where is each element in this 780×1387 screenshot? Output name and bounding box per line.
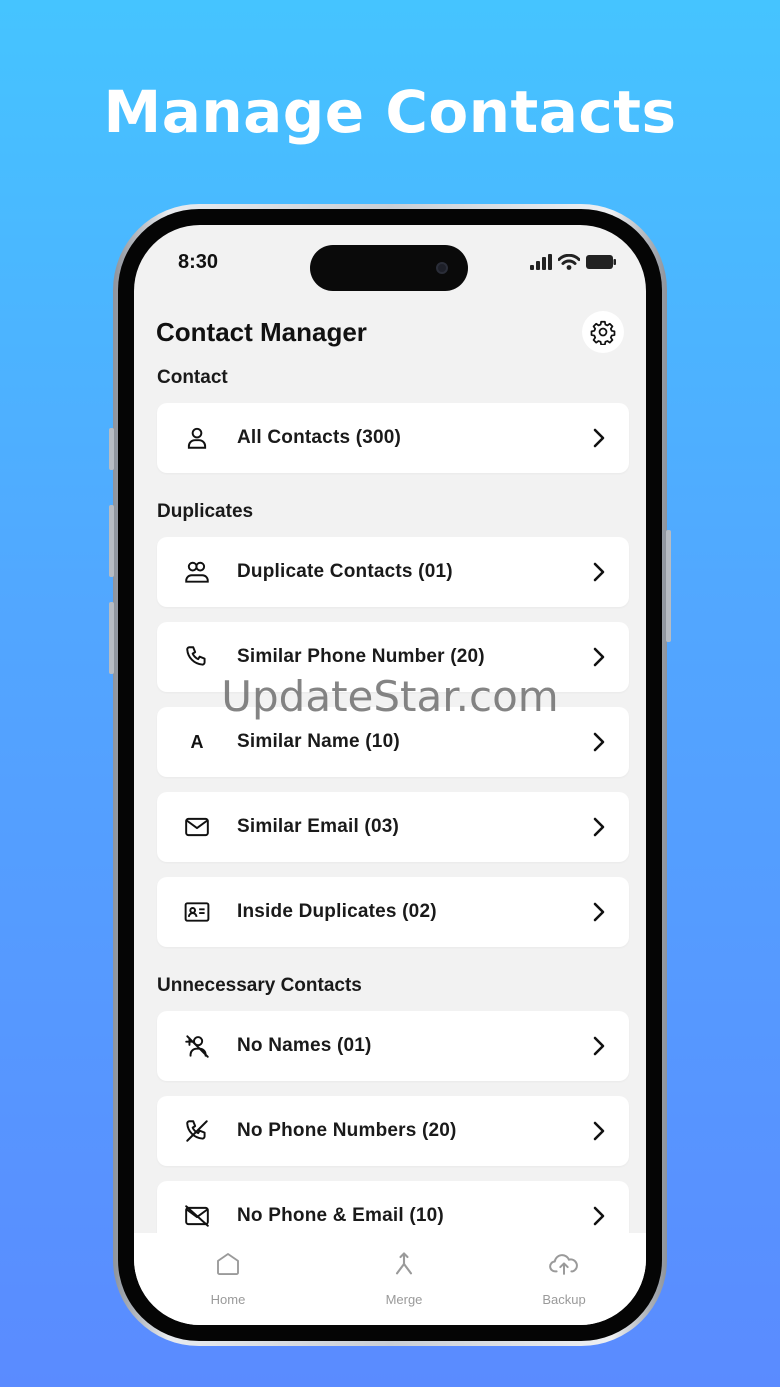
row-label: Inside Duplicates (02) <box>237 901 437 922</box>
person-slash-icon <box>185 1035 209 1058</box>
phone-slash-icon <box>186 1120 208 1142</box>
phone-volume-up <box>109 505 114 577</box>
row-similar-email[interactable]: Similar Email (03) <box>157 792 629 862</box>
row-label: No Phone Numbers (20) <box>237 1120 457 1141</box>
merge-icon <box>395 1252 413 1275</box>
status-icons <box>530 254 616 270</box>
phone-frame: 8:30 Contact Manager Contact All Contact… <box>113 204 667 1346</box>
phone-power-button <box>666 530 671 642</box>
battery-icon <box>586 255 616 269</box>
tab-home[interactable]: Home <box>178 1249 278 1307</box>
page-title: Contact Manager <box>156 317 367 347</box>
chevron-right-icon <box>593 1121 605 1141</box>
promo-headline: Manage Contacts <box>103 78 677 146</box>
tab-label: Backup <box>542 1292 586 1307</box>
camera-icon <box>436 262 448 274</box>
status-time: 8:30 <box>178 251 219 273</box>
row-label: No Names (01) <box>237 1035 372 1056</box>
row-duplicate-contacts[interactable]: Duplicate Contacts (01) <box>157 537 629 607</box>
cloud-upload-icon <box>549 1254 578 1275</box>
row-label: No Phone & Email (10) <box>237 1205 444 1226</box>
chevron-right-icon <box>593 1036 605 1056</box>
chevron-right-icon <box>593 647 605 667</box>
row-similar-name[interactable]: A Similar Name (10) <box>157 707 629 777</box>
row-label: Similar Email (03) <box>237 816 400 837</box>
phone-icon <box>186 646 206 666</box>
chevron-right-icon <box>593 817 605 837</box>
tab-label: Home <box>210 1292 246 1307</box>
row-label: Duplicate Contacts (01) <box>237 561 453 582</box>
row-no-phone-numbers[interactable]: No Phone Numbers (20) <box>157 1096 629 1166</box>
people-icon <box>185 561 209 583</box>
section-label-contact: Contact <box>157 367 228 388</box>
phone-screen: 8:30 Contact Manager Contact All Contact… <box>134 225 646 1325</box>
phone-bezel: 8:30 Contact Manager Contact All Contact… <box>118 209 662 1341</box>
person-icon <box>187 427 207 449</box>
dynamic-island <box>310 245 468 291</box>
home-icon <box>217 1253 239 1275</box>
letter-a-icon: A <box>190 731 204 752</box>
chevron-right-icon <box>593 902 605 922</box>
id-card-icon <box>184 902 210 922</box>
row-no-names[interactable]: No Names (01) <box>157 1011 629 1081</box>
chevron-right-icon <box>593 562 605 582</box>
envelope-slash-icon <box>185 1205 209 1227</box>
tab-label: Merge <box>385 1292 423 1307</box>
tab-bar: Home Merge Backup <box>134 1233 646 1325</box>
row-label: All Contacts (300) <box>237 427 402 448</box>
phone-volume-down <box>109 602 114 674</box>
row-similar-phone[interactable]: Similar Phone Number (20) <box>157 622 629 692</box>
signal-icon <box>530 254 552 270</box>
tab-backup[interactable]: Backup <box>514 1249 614 1307</box>
section-label-duplicates: Duplicates <box>157 501 254 522</box>
chevron-right-icon <box>593 428 605 448</box>
phone-silent-switch <box>109 428 114 470</box>
row-label: Similar Phone Number (20) <box>237 646 485 667</box>
chevron-right-icon <box>593 732 605 752</box>
tab-merge[interactable]: Merge <box>354 1249 454 1307</box>
chevron-right-icon <box>593 1206 605 1226</box>
row-inside-duplicates[interactable]: Inside Duplicates (02) <box>157 877 629 947</box>
envelope-icon <box>185 817 209 837</box>
wifi-icon <box>558 254 580 270</box>
row-label: Similar Name (10) <box>237 731 400 752</box>
row-all-contacts[interactable]: All Contacts (300) <box>157 403 629 473</box>
settings-button[interactable] <box>582 311 624 353</box>
gear-icon <box>590 320 616 345</box>
section-label-unnecessary: Unnecessary Contacts <box>157 975 362 996</box>
